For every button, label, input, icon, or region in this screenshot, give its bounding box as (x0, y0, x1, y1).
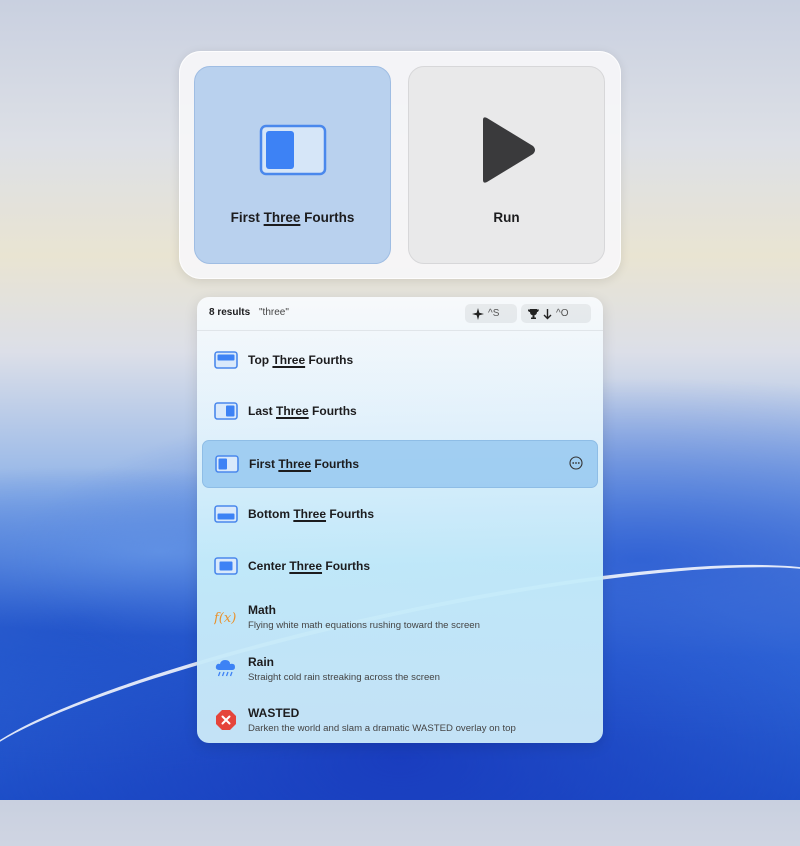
svg-text:f(x): f(x) (214, 611, 236, 626)
result-title: Last Three Fourths (248, 404, 357, 418)
result-row-selected[interactable]: First Three Fourths (202, 440, 598, 488)
result-row[interactable]: Top Three Fourths (202, 337, 598, 385)
first-three-fourths-icon (215, 455, 239, 473)
result-row[interactable]: f(x) Math Flying white math equations ru… (202, 594, 598, 642)
function-icon: f(x) (214, 611, 236, 626)
result-row[interactable]: Bottom Three Fourths (202, 491, 598, 539)
result-row[interactable]: Rain Straight cold rain streaking across… (202, 646, 598, 694)
ai-shortcut: ^S (488, 308, 500, 319)
arrow-down-icon (543, 308, 552, 319)
wasted-x-icon (216, 710, 236, 730)
sort-chip[interactable]: ^O (521, 304, 591, 323)
result-subtitle: Straight cold rain streaking across the … (248, 672, 440, 683)
bottom-three-fourths-icon (214, 505, 238, 523)
result-title: Bottom Three Fourths (248, 507, 375, 521)
result-row[interactable]: Center Three Fourths (202, 543, 598, 591)
rain-cloud-icon (215, 660, 235, 677)
sparkle-icon (472, 307, 484, 320)
result-subtitle: Flying white math equations rushing towa… (248, 620, 480, 631)
result-title: WASTED (248, 706, 300, 720)
results-count: 8 results (209, 307, 251, 318)
first-three-fourths-icon (259, 124, 327, 176)
sort-shortcut: ^O (556, 308, 569, 319)
result-subtitle: Darken the world and slam a dramatic WAS… (248, 723, 516, 734)
tile-label: First Three Fourths (230, 210, 355, 225)
play-icon (473, 117, 541, 183)
result-row[interactable]: WASTED Darken the world and slam a drama… (202, 697, 598, 743)
result-title: Math (248, 603, 276, 617)
result-title: First Three Fourths (249, 457, 360, 471)
first-three-fourths-tile[interactable]: First Three Fourths (194, 66, 391, 264)
action-hud: First Three Fourths Run (179, 51, 621, 279)
ai-search-chip[interactable]: ^S (465, 304, 517, 323)
last-three-fourths-icon (214, 402, 238, 420)
results-panel: 8 results "three" ^S ^O Top Three Fourth… (197, 297, 603, 743)
top-three-fourths-icon (214, 351, 238, 369)
result-title: Top Three Fourths (248, 353, 354, 367)
run-tile[interactable]: Run (408, 66, 605, 264)
more-options-icon[interactable] (569, 456, 583, 470)
search-query: "three" (259, 307, 289, 318)
result-title: Center Three Fourths (248, 559, 371, 573)
tile-label: Run (493, 210, 520, 225)
results-header: 8 results "three" ^S ^O (197, 297, 603, 331)
center-three-fourths-icon (214, 557, 238, 575)
result-row[interactable]: Last Three Fourths (202, 388, 598, 436)
result-title: Rain (248, 655, 275, 669)
trophy-icon (528, 308, 539, 319)
